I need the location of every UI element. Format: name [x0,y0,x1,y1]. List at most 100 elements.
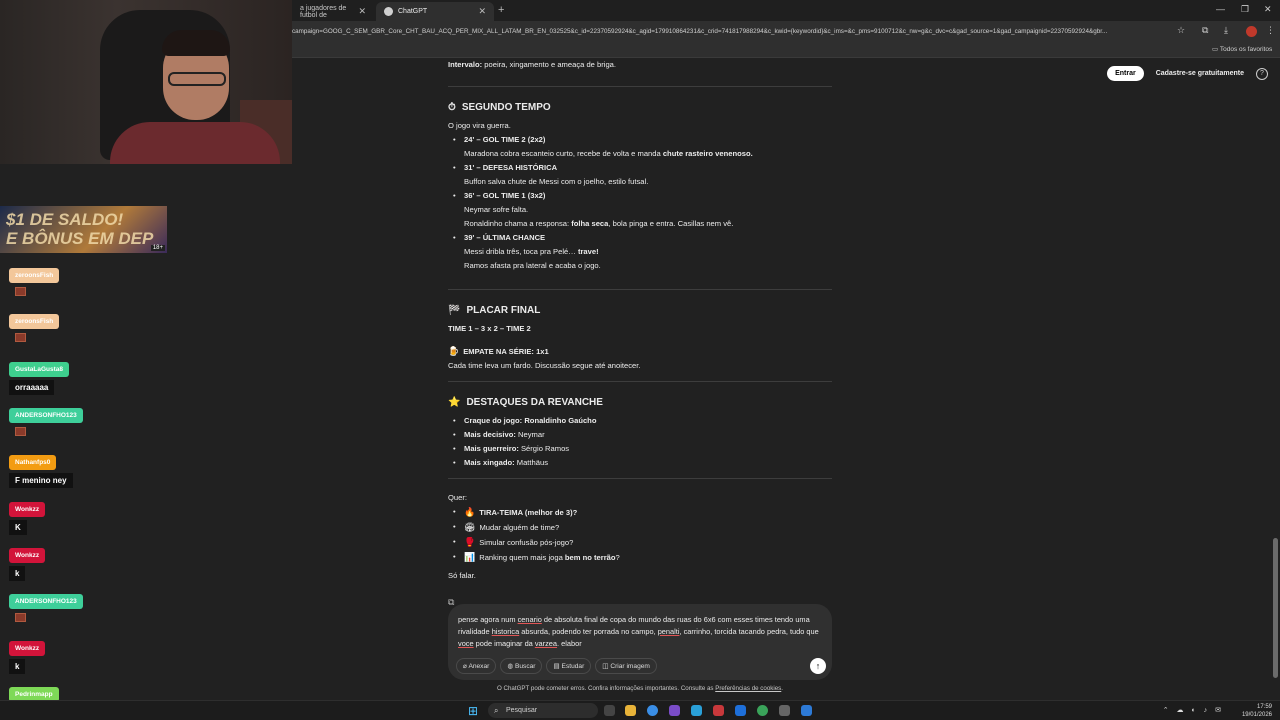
chat-message: Nathanfps0 F menino ney [9,451,73,488]
beer-icon: 🍺 [448,346,460,356]
attach-button[interactable]: ⌀ Anexar [456,658,497,674]
settings-icon[interactable] [779,705,790,716]
empate-description: Cada time leva um fardo. Discussão segue… [448,361,641,370]
taskbar-search[interactable]: ⌕ Pesquisar [488,703,598,718]
chat-message: GustaLaGusta8 orraaaaa [9,358,70,395]
chat-text: orraaaaa [9,380,55,395]
app-icon[interactable] [801,705,812,716]
download-icon[interactable]: ⤓ [1224,25,1228,36]
intervalo-line: Intervalo: poeira, xingamento e ameaça d… [448,58,832,72]
webcam-overlay [0,0,292,164]
event-line: Ramos afasta pra lateral e acaba o jogo. [448,259,832,273]
task-view-icon[interactable] [604,705,615,716]
list-item: 📊Ranking quem mais joga bem no terrão? [448,550,832,565]
tab-jugadores[interactable]: a jugadores de futbol de ✕ [292,2,374,21]
signup-button[interactable]: Cadastre-se gratuitamente [1152,66,1248,81]
tab-label: a jugadores de futbol de [300,4,347,19]
stadium-icon: 🏟 [464,522,476,532]
windows-taskbar: ⊞ ⌕ Pesquisar ⌃ ☁ ◐ ♪ ✉ 17:59 19/01/2026 [0,700,1280,720]
heading-text: DESTAQUES DA REVANCHE [466,397,603,408]
tab-chatgpt[interactable]: ChatGPT ✕ [376,2,494,21]
message-composer[interactable]: pense agora num cenario de absoluta fina… [448,604,832,680]
app-icon[interactable] [713,705,724,716]
search-icon: ⌕ [494,706,499,715]
final-score: TIME 1 – 3 x 2 – TIME 2 [448,322,832,336]
app-icon[interactable] [735,705,746,716]
chat-username: zeroonsFish [9,314,60,329]
book-icon: ▤ [553,663,562,670]
event-line: Messi dribla três, toca pra Pelé… trave! [448,245,832,259]
clock[interactable]: 17:59 19/01/2026 [1242,703,1272,719]
event-bold: chute rasteiro venenoso. [662,149,753,158]
disclaimer-end: . [781,685,784,692]
cookie-preferences-link[interactable]: Preferências de cookies [715,685,781,692]
star-icon: ⭐ [448,397,461,408]
chat-text: K [9,520,27,535]
chat-text: F menino ney [9,473,73,488]
search-button[interactable]: ◍ Buscar [500,658,543,674]
list-item: 36' – GOL TIME 1 (3x2) [448,189,832,203]
close-window-icon[interactable]: ✕ [1264,4,1272,15]
event-text: Maradona cobra escanteio curto, recebe d… [464,149,663,158]
app-icon[interactable] [669,705,680,716]
option-text: Simular confusão pós-jogo? [479,538,574,547]
event-text: Messi dribla três, toca pra Pelé… [464,247,578,256]
close-icon[interactable]: ✕ [358,6,366,17]
chrome-icon[interactable] [647,705,658,716]
chat-emote-icon [15,333,26,342]
event-title: 36' – GOL TIME 1 (3x2) [464,191,546,200]
prompt-text: absurda, podendo ter porrada no campo, [519,627,658,636]
study-button[interactable]: ▤ Estudar [546,658,592,674]
maximize-icon[interactable]: ❐ [1241,4,1249,15]
telegram-icon[interactable] [691,705,702,716]
windows-start-icon[interactable]: ⊞ [468,704,478,718]
quer-label: Quer: [448,493,467,502]
event-text: , bola pinga e entra. Casillas nem vê. [608,219,734,228]
list-item: Mais decisivo: Neymar [448,428,832,442]
login-button[interactable]: Entrar [1107,66,1144,81]
promo-banner: $1 DE SALDO! E BÔNUS EM DEP 18+ [0,206,167,253]
create-image-button[interactable]: ◫ Criar imagem [595,658,657,674]
system-tray-icons[interactable]: ⌃ ☁ ◐ ♪ ✉ [1163,706,1224,714]
search-label: Buscar [514,663,536,670]
extensions-icon[interactable]: ⧉ [1202,25,1208,36]
all-bookmarks[interactable]: ▭ Todos os favoritos [1212,45,1272,53]
close-icon[interactable]: ✕ [478,6,486,17]
new-tab-icon[interactable]: + [498,4,504,16]
events-list: 24' – GOL TIME 2 (2x2) Maradona cobra es… [448,133,832,273]
prompt-text: pense agora num [458,615,518,624]
option-text: Ranking quem mais joga [479,553,565,562]
file-explorer-icon[interactable] [625,705,636,716]
banner-line: $1 DE SALDO! [6,210,124,229]
page-scrollbar[interactable] [1273,538,1278,678]
composer-tools: ⌀ Anexar ◍ Buscar ▤ Estudar ◫ Criar imag… [456,658,657,674]
help-icon[interactable]: ? [1256,67,1268,80]
profile-avatar[interactable] [1246,26,1257,37]
app-icon[interactable] [757,705,768,716]
event-bold: trave! [577,247,599,256]
event-text: Ronaldinho chama a responsa: [464,219,572,228]
send-button[interactable]: ↑ [810,658,826,674]
event-text: Neymar sofre falta. [464,205,529,214]
prompt-input[interactable]: pense agora num cenario de absoluta fina… [458,614,822,650]
checkered-flag-icon: 🏁 [448,305,461,316]
chat-message: zeroonsFish [9,264,60,296]
event-line: Ronaldinho chama a responsa: folha seca,… [448,217,832,231]
highlight-value: Sérgio Ramos [518,444,570,453]
event-line: Buffon salva chute de Messi com o joelho… [448,175,832,189]
star-icon[interactable]: ☆ [1177,25,1185,36]
event-text: Buffon salva chute de Messi com o joelho… [464,177,649,186]
tab-label: ChatGPT [398,8,428,15]
highlight-value: Neymar [515,430,545,439]
option-text: Mudar alguém de time? [479,523,560,532]
address-bar[interactable]: campaign=GOOG_C_SEM_GBR_Core_CHT_BAU_ACQ… [292,24,1172,40]
empate-line: 🍺 EMPATE NA SÉRIE: 1x1 [448,344,832,359]
chat-message: Wonkzz K [9,498,46,535]
minimize-icon[interactable]: — [1216,4,1225,14]
highlight-value: Matthäus [514,458,548,467]
chat-text: k [9,566,26,581]
event-text: Ramos afasta pra lateral e acaba o jogo. [464,261,601,270]
header-actions: Entrar Cadastre-se gratuitamente ? [1107,66,1268,81]
menu-dots-icon[interactable]: ⋮ [1266,25,1275,36]
option-text: TIRA-TEIMA (melhor de 3)? [479,508,578,517]
